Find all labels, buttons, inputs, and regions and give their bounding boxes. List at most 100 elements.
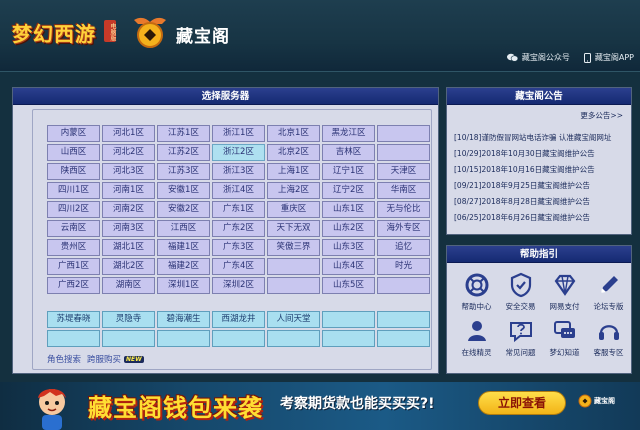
server-cell[interactable]: 福建1区 [157, 239, 210, 256]
special-server-cell[interactable]: 苏堤春晓 [47, 311, 100, 328]
server-cell[interactable]: 吉林区 [322, 144, 375, 161]
server-cell[interactable]: 追忆 [377, 239, 430, 256]
server-cell[interactable]: 贵州区 [47, 239, 100, 256]
more-notices-link[interactable]: 更多公告>> [580, 110, 623, 121]
help-item[interactable]: 网易支付 [543, 272, 586, 312]
server-cell[interactable]: 华南区 [377, 182, 430, 199]
server-cell[interactable]: 四川1区 [47, 182, 100, 199]
server-cell[interactable]: 天下无双 [267, 220, 320, 237]
server-cell[interactable]: 浙江2区 [212, 144, 265, 161]
promo-banner[interactable]: 藏宝阁钱包来袭 考察期货款也能买买买?! 立即查看 藏宝阁 [0, 382, 640, 430]
server-cell[interactable]: 辽宁2区 [322, 182, 375, 199]
help-item[interactable]: 帮助中心 [455, 272, 498, 312]
view-now-button[interactable]: 立即查看 [478, 391, 566, 415]
server-cell[interactable]: 山东2区 [322, 220, 375, 237]
server-cell[interactable]: 福建2区 [157, 258, 210, 275]
server-cell[interactable]: 安徽1区 [157, 182, 210, 199]
help-item[interactable]: 安全交易 [499, 272, 542, 312]
special-server-cell[interactable]: 灵隐寺 [102, 311, 155, 328]
notice-item[interactable]: [10/18]谨防假冒网站电话诈骗 认准藏宝阁网址 [454, 130, 627, 146]
app-link[interactable]: 藏宝阁APP [583, 52, 634, 63]
notice-item[interactable]: [10/15]2018年10月16日藏宝阁维护公告 [454, 162, 627, 178]
server-cell[interactable]: 云南区 [47, 220, 100, 237]
server-cell[interactable]: 河北1区 [102, 125, 155, 142]
server-cell[interactable]: 山东1区 [322, 201, 375, 218]
help-item[interactable]: 梦幻知道 [543, 318, 586, 358]
server-cell[interactable]: 河南2区 [102, 201, 155, 218]
server-cell[interactable]: 海外专区 [377, 220, 430, 237]
server-cell[interactable]: 山东4区 [322, 258, 375, 275]
cross-server-buy-link[interactable]: 跨服购买 [87, 353, 121, 365]
server-cell[interactable]: 安徽2区 [157, 201, 210, 218]
server-cell[interactable]: 笑傲三界 [267, 239, 320, 256]
server-cell[interactable]: 广西2区 [47, 277, 100, 294]
server-cell[interactable]: 江苏2区 [157, 144, 210, 161]
help-item-label: 梦幻知道 [549, 348, 580, 357]
role-search-link[interactable]: 角色搜索 [47, 353, 81, 365]
lifebuoy-icon [465, 273, 488, 297]
banner-logo: 藏宝阁 [578, 394, 615, 408]
server-cell[interactable]: 河南1区 [102, 182, 155, 199]
special-server-cell[interactable]: 人间天堂 [267, 311, 320, 328]
notice-date: [08/27] [454, 197, 482, 206]
server-cell[interactable]: 广西1区 [47, 258, 100, 275]
server-cell[interactable]: 无与伦比 [377, 201, 430, 218]
server-cell[interactable]: 陕西区 [47, 163, 100, 180]
server-cell[interactable]: 上海1区 [267, 163, 320, 180]
site-name[interactable]: 藏宝阁 [176, 22, 230, 47]
server-cell[interactable]: 河北2区 [102, 144, 155, 161]
wechat-link[interactable]: 藏宝阁公众号 [506, 52, 570, 63]
server-cell[interactable]: 重庆区 [267, 201, 320, 218]
server-cell[interactable]: 浙江1区 [212, 125, 265, 142]
game-logo[interactable]: 梦幻西游 电脑版 [12, 12, 122, 52]
special-server-cell-empty [322, 311, 375, 328]
special-server-cell-empty [322, 330, 375, 347]
help-item[interactable]: 论坛专版 [587, 272, 630, 312]
server-cell[interactable]: 深圳1区 [157, 277, 210, 294]
treasure-coin-logo-icon[interactable] [130, 14, 170, 50]
server-cell[interactable]: 江苏1区 [157, 125, 210, 142]
notice-item[interactable]: [08/27]2018年8月28日藏宝阁维护公告 [454, 194, 627, 210]
notice-text: 2018年10月30日藏宝阁维护公告 [481, 149, 595, 158]
server-cell[interactable]: 广东3区 [212, 239, 265, 256]
server-cell[interactable]: 河北3区 [102, 163, 155, 180]
server-cell[interactable]: 浙江3区 [212, 163, 265, 180]
server-cell[interactable]: 广东1区 [212, 201, 265, 218]
help-item[interactable]: 常见问题 [499, 318, 542, 358]
notice-item[interactable]: [06/25]2018年6月26日藏宝阁维护公告 [454, 210, 627, 226]
help-item[interactable]: 在线精灵 [455, 318, 498, 358]
notice-text: 2018年9月25日藏宝阁维护公告 [481, 181, 590, 190]
server-cell[interactable]: 北京1区 [267, 125, 320, 142]
server-cell[interactable]: 浙江4区 [212, 182, 265, 199]
notice-item[interactable]: [10/29]2018年10月30日藏宝阁维护公告 [454, 146, 627, 162]
server-cell[interactable]: 广东2区 [212, 220, 265, 237]
server-cell[interactable]: 湖北2区 [102, 258, 155, 275]
special-server-cell[interactable]: 碧海潮生 [157, 311, 210, 328]
server-cell[interactable]: 湖南区 [102, 277, 155, 294]
server-cell[interactable]: 广东4区 [212, 258, 265, 275]
game-version-tag: 电脑版 [104, 20, 116, 42]
server-cell[interactable]: 内蒙区 [47, 125, 100, 142]
notice-item[interactable]: [09/21]2018年9月25日藏宝阁维护公告 [454, 178, 627, 194]
server-cell[interactable]: 天津区 [377, 163, 430, 180]
server-cell[interactable]: 时光 [377, 258, 430, 275]
server-cell[interactable]: 辽宁1区 [322, 163, 375, 180]
server-cell[interactable]: 山东3区 [322, 239, 375, 256]
app-label: 藏宝阁APP [594, 53, 634, 62]
server-cell[interactable]: 黑龙江区 [322, 125, 375, 142]
notice-text: 2018年6月26日藏宝阁维护公告 [481, 213, 590, 222]
server-cell[interactable]: 上海2区 [267, 182, 320, 199]
help-item[interactable]: 客服专区 [587, 318, 630, 358]
server-cell[interactable]: 江西区 [157, 220, 210, 237]
server-cell[interactable]: 湖北1区 [102, 239, 155, 256]
special-server-cell[interactable]: 西湖龙井 [212, 311, 265, 328]
server-cell[interactable]: 深圳2区 [212, 277, 265, 294]
server-cell[interactable]: 河南3区 [102, 220, 155, 237]
question-icon [509, 322, 532, 343]
server-cell[interactable]: 江苏3区 [157, 163, 210, 180]
server-cell[interactable]: 山西区 [47, 144, 100, 161]
chat-icon [553, 321, 575, 338]
server-cell[interactable]: 北京2区 [267, 144, 320, 161]
server-cell[interactable]: 四川2区 [47, 201, 100, 218]
server-cell[interactable]: 山东5区 [322, 277, 375, 294]
